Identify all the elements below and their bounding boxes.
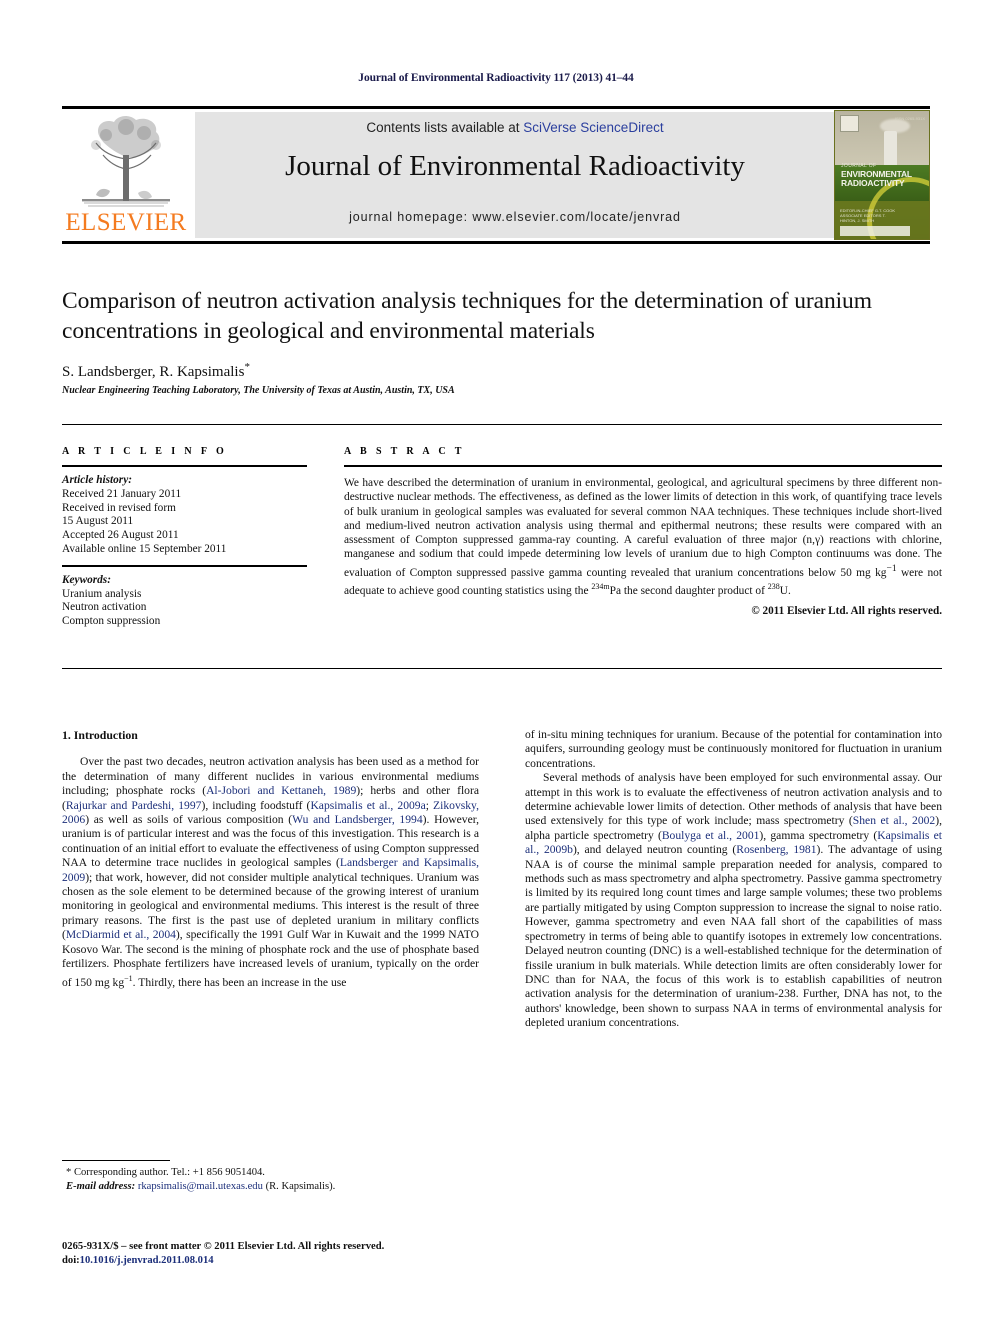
citation-mcdiarmid-2004[interactable]: McDiarmid et al., 2004 — [66, 928, 176, 941]
abstract-heading: A B S T R A C T — [344, 446, 465, 457]
keyword-1: Neutron activation — [62, 601, 147, 614]
p1-i: . Thirdly, there has been an increase in… — [132, 975, 347, 989]
abstract-copyright: © 2011 Elsevier Ltd. All rights reserved… — [751, 604, 942, 617]
citation-shen-2002[interactable]: Shen et al., 2002 — [853, 814, 935, 827]
p1-e: ) as well as soils of various compositio… — [85, 813, 293, 827]
journal-homepage-link[interactable]: journal homepage: www.elsevier.com/locat… — [195, 210, 835, 224]
sciencedirect-link[interactable]: SciVerse ScienceDirect — [523, 120, 663, 135]
doi-label: doi: — [62, 1254, 80, 1266]
history-item-2: 15 August 2011 — [62, 515, 134, 528]
article-page: Journal of Environmental Radioactivity 1… — [0, 0, 992, 1323]
author-list: S. Landsberger, R. Kapsimalis* — [62, 361, 250, 381]
paragraph-intro-2: Several methods of analysis have been em… — [525, 771, 942, 1030]
journal-cover-thumbnail: ISSN 0265-931X JOURNAL OF ENVIRONMENTAL … — [834, 110, 930, 240]
imprint-block: 0265-931X/$ – see front matter © 2011 El… — [62, 1240, 542, 1267]
keywords-rule — [62, 564, 307, 567]
corresponding-author-note: * Corresponding author. Tel.: +1 856 905… — [66, 1167, 265, 1178]
article-info-column: A R T I C L E I N F O Article history: R… — [62, 446, 307, 629]
affiliation: Nuclear Engineering Teaching Laboratory,… — [62, 385, 455, 396]
front-matter-line: 0265-931X/$ – see front matter © 2011 El… — [62, 1241, 385, 1252]
email-label: E-mail address: — [66, 1180, 136, 1192]
section-heading-introduction: 1. Introduction — [62, 728, 138, 742]
cover-editors: EDITOR-IN-CHIEF G.T. COOK ASSOCIATE EDIT… — [840, 208, 896, 223]
page-title: Comparison of neutron activation analysi… — [62, 288, 872, 344]
p2-d: ), and delayed neutron counting ( — [572, 843, 737, 857]
citation-kapsimalis-2009a[interactable]: Kapsimalis et al., 2009a — [310, 799, 425, 812]
abstract-sup-1: −1 — [886, 563, 897, 574]
keyword-0: Uranium analysis — [62, 587, 142, 600]
running-head: Journal of Environmental Radioactivity 1… — [358, 72, 634, 84]
body-column-right: of in-situ mining techniques for uranium… — [525, 728, 942, 1031]
history-item-1: Received in revised form — [62, 501, 176, 514]
p1-superscript: −1 — [124, 973, 133, 983]
citation-wu-landsberger-1994[interactable]: Wu and Landsberger, 1994 — [292, 813, 422, 826]
corresponding-author-marker: * — [244, 361, 250, 373]
article-history-block: Article history: Received 21 January 201… — [62, 474, 307, 557]
email-note: E-mail address: rkapsimalis@mail.utexas.… — [62, 1180, 482, 1194]
email-suffix: (R. Kapsimalis). — [265, 1180, 336, 1192]
p2-e: ). The advantage of using NAA is of cour… — [525, 843, 942, 1030]
journal-title: Journal of Environmental Radioactivity — [285, 150, 745, 182]
article-info-rule — [62, 465, 307, 467]
author-names: S. Landsberger, R. Kapsimalis — [62, 364, 245, 380]
article-history-label: Article history: — [62, 474, 132, 486]
email-link[interactable]: rkapsimalis@mail.utexas.edu — [138, 1181, 263, 1192]
elsevier-logo: ELSEVIER — [62, 109, 190, 241]
citation-boulyga-2001[interactable]: Boulyga et al., 2001 — [662, 829, 760, 842]
abstract-part-3: Pa the second daughter product of — [609, 584, 768, 597]
footnote-block: * Corresponding author. Tel.: +1 856 905… — [62, 1166, 482, 1193]
doi-link[interactable]: 10.1016/j.jenvrad.2011.08.014 — [80, 1255, 214, 1266]
body-column-left: 1. Introduction Over the past two decade… — [62, 728, 479, 990]
history-item-3: Accepted 26 August 2011 — [62, 529, 179, 542]
masthead-band: Contents lists available at SciVerse Sci… — [195, 112, 835, 238]
keywords-label: Keywords: — [62, 573, 111, 586]
keyword-2: Compton suppression — [62, 615, 161, 628]
contents-prefix: Contents lists available at — [366, 120, 524, 135]
elsevier-wordmark: ELSEVIER — [65, 209, 187, 236]
p1-d: ; — [425, 798, 434, 812]
journal-masthead: ELSEVIER Contents lists available at Sci… — [62, 106, 930, 244]
cover-issn: ISSN 0265-931X — [894, 116, 925, 121]
abstract-part-1: We have described the determination of u… — [344, 477, 942, 579]
abstract-sup-2: 234m — [591, 581, 610, 591]
abstract-sup-3: 238 — [767, 581, 780, 591]
abstract-text: We have described the determination of u… — [344, 476, 942, 598]
footnote-rule — [62, 1160, 170, 1161]
panel-bottom-rule — [62, 668, 942, 669]
history-item-0: Received 21 January 2011 — [62, 487, 182, 500]
elsevier-tree-icon — [82, 116, 170, 207]
citation-al-jobori-1989[interactable]: Al-Jobori and Kettaneh, 1989 — [206, 784, 356, 797]
cover-badge — [840, 115, 859, 132]
paragraph-intro-1: Over the past two decades, neutron activ… — [62, 755, 479, 989]
cover-publisher-strip — [840, 226, 910, 236]
paragraph-intro-1-continued: of in-situ mining techniques for uranium… — [525, 728, 942, 770]
p2-c: ), gamma spectrometry ( — [759, 828, 878, 842]
cover-title: ENVIRONMENTAL RADIOACTIVITY — [841, 168, 912, 188]
panel-top-rule — [62, 424, 942, 425]
abstract-column: A B S T R A C T We have described the de… — [344, 446, 942, 617]
abstract-rule — [344, 465, 942, 467]
citation-rajurkar-1997[interactable]: Rajurkar and Pardeshi, 1997 — [66, 799, 202, 812]
citation-rosenberg-1981[interactable]: Rosenberg, 1981 — [736, 843, 816, 856]
abstract-part-4: U. — [779, 584, 791, 597]
history-item-4: Available online 15 September 2011 — [62, 542, 227, 555]
keywords-block: Keywords: Uranium analysis Neutron activ… — [62, 574, 307, 629]
p1-c: ), including foodstuff ( — [201, 798, 311, 812]
contents-available-line: Contents lists available at SciVerse Sci… — [195, 120, 835, 135]
article-info-heading: A R T I C L E I N F O — [62, 446, 228, 457]
